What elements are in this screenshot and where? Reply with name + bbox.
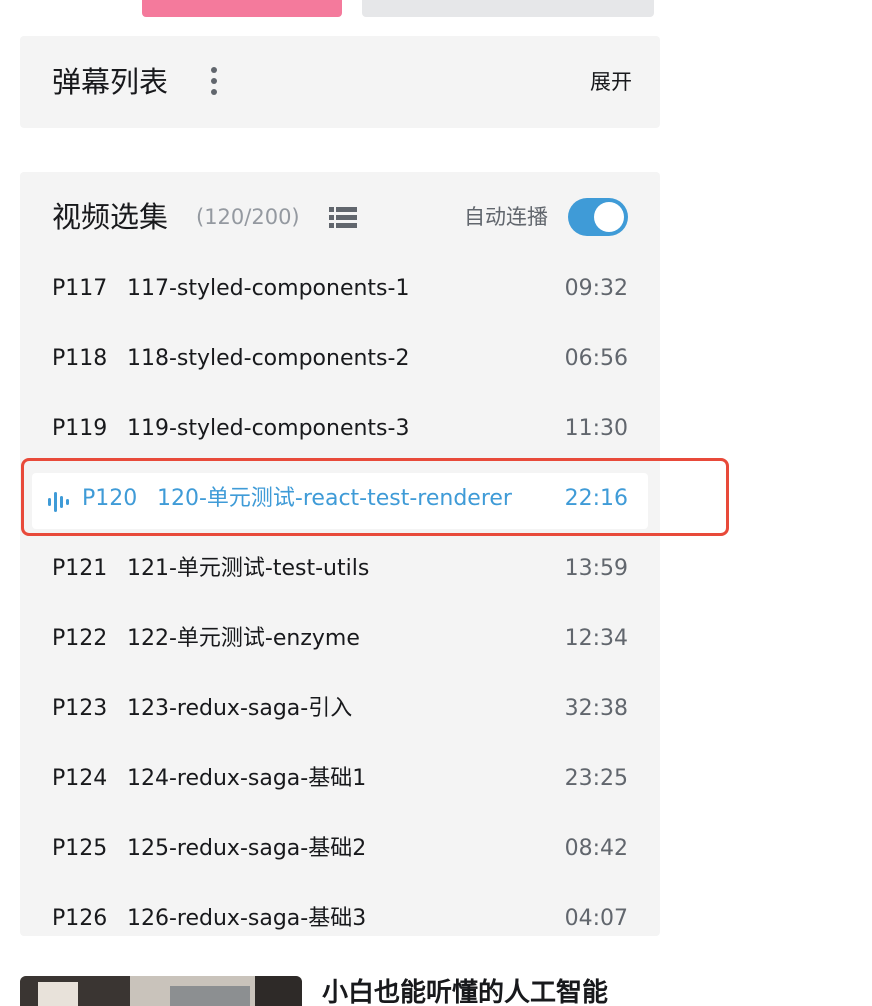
danmaku-title: 弹幕列表 [52,65,169,99]
episode-title: 118-styled-components-2 [127,346,410,371]
episode-code: P122 [52,626,108,651]
toggle-knob [594,202,624,232]
playing-wave-icon [48,492,69,512]
episode-code: P124 [52,766,108,791]
episode-duration: 06:56 [564,346,628,371]
episode-item[interactable]: P126 126-redux-saga-基础3 04:07 [20,883,660,936]
episode-item[interactable]: P125 125-redux-saga-基础2 08:42 [20,813,660,883]
danmaku-list-bar: 弹幕列表 展开 [20,36,660,128]
episode-item-active[interactable]: P120 120-单元测试-react-test-renderer 22:16 [20,463,660,533]
episode-count: (120/200) [196,205,300,229]
episode-title: 121-单元测试-test-utils [127,556,370,581]
episode-panel: 视频选集 (120/200) 自动连播 P117 117-styled-compo… [20,172,660,936]
episode-duration: 13:59 [564,556,628,581]
episode-duration: 04:07 [564,906,628,931]
episode-duration: 32:38 [564,696,628,721]
recommendation-title[interactable]: 小白也能听懂的人工智能 [322,976,608,1006]
episode-title: 122-单元测试-enzyme [127,626,360,651]
episode-code: P125 [52,836,108,861]
list-view-icon[interactable] [329,207,357,228]
episode-panel-header: 视频选集 (120/200) 自动连播 [20,172,660,262]
episode-item[interactable]: P117 117-styled-components-1 09:32 [20,253,660,323]
more-vertical-icon[interactable] [210,67,218,99]
episode-item[interactable]: P121 121-单元测试-test-utils 13:59 [20,533,660,603]
episode-title: 123-redux-saga-引入 [127,696,353,721]
recommendation-thumbnail[interactable] [20,976,302,1006]
episode-code: P118 [52,346,108,371]
autoplay-toggle[interactable] [568,198,628,236]
episode-duration: 23:25 [564,766,628,791]
episode-duration: 08:42 [564,836,628,861]
autoplay-label: 自动连播 [464,205,548,229]
episode-title: 119-styled-components-3 [127,416,410,441]
episode-item[interactable]: P123 123-redux-saga-引入 32:38 [20,673,660,743]
episode-duration: 09:32 [564,276,628,301]
episode-title: 126-redux-saga-基础3 [127,906,367,931]
episode-item[interactable]: P124 124-redux-saga-基础1 23:25 [20,743,660,813]
top-secondary-button[interactable] [362,0,654,17]
episode-duration: 22:16 [564,486,628,511]
episode-code: P123 [52,696,108,721]
episode-title: 125-redux-saga-基础2 [127,836,367,861]
episode-code: P119 [52,416,108,441]
episode-duration: 12:34 [564,626,628,651]
episode-list: P117 117-styled-components-1 09:32 P118 118-… [20,253,660,936]
episode-item[interactable]: P119 119-styled-components-3 11:30 [20,393,660,463]
top-action-button[interactable] [142,0,342,17]
episode-title: 117-styled-components-1 [127,276,410,301]
danmaku-expand-button[interactable]: 展开 [590,68,632,96]
episode-panel-title: 视频选集 [52,200,169,234]
episode-item[interactable]: P122 122-单元测试-enzyme 12:34 [20,603,660,673]
episode-code: P126 [52,906,108,931]
episode-code: P120 [82,486,138,511]
episode-duration: 11:30 [564,416,628,441]
episode-item[interactable]: P118 118-styled-components-2 06:56 [20,323,660,393]
episode-code: P121 [52,556,108,581]
episode-title: 124-redux-saga-基础1 [127,766,367,791]
episode-code: P117 [52,276,108,301]
episode-title: 120-单元测试-react-test-renderer [157,486,512,511]
